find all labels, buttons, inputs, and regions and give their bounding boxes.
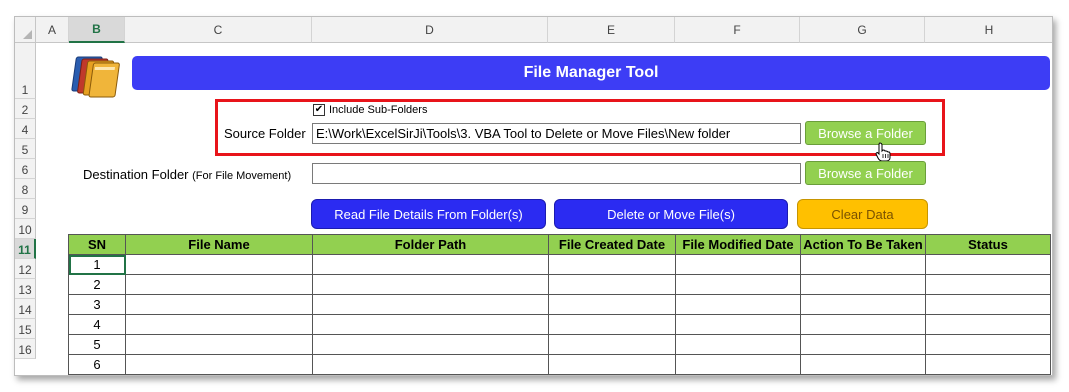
row-header-8[interactable]: 8 bbox=[15, 179, 36, 199]
row-header-1[interactable]: 1 bbox=[15, 43, 36, 99]
file-folders-logo-icon bbox=[71, 56, 120, 98]
sn-cell[interactable]: 5 bbox=[68, 334, 126, 355]
column-header-d[interactable]: D bbox=[312, 17, 548, 43]
row-header-2[interactable]: 2 bbox=[15, 99, 36, 119]
header-folder-path: Folder Path bbox=[312, 234, 549, 255]
folder-path-cell[interactable] bbox=[312, 334, 549, 355]
created-date-cell[interactable] bbox=[548, 334, 676, 355]
destination-folder-input[interactable] bbox=[312, 163, 801, 184]
table-row: 4 bbox=[68, 314, 1051, 335]
destination-folder-label: Destination Folder (For File Movement) bbox=[83, 167, 291, 182]
row-header-11[interactable]: 11 bbox=[15, 239, 36, 259]
row-header-14[interactable]: 14 bbox=[15, 299, 36, 319]
file-name-cell[interactable] bbox=[125, 274, 313, 295]
row-header-9[interactable]: 9 bbox=[15, 199, 36, 219]
header-sn: SN bbox=[68, 234, 126, 255]
column-header-a[interactable]: A bbox=[36, 17, 69, 43]
sn-cell[interactable]: 3 bbox=[68, 294, 126, 315]
table-header-row: SN File Name Folder Path File Created Da… bbox=[68, 234, 1051, 255]
delete-or-move-files-button[interactable]: Delete or Move File(s) bbox=[554, 199, 788, 229]
file-name-cell[interactable] bbox=[125, 354, 313, 375]
table-row: 3 bbox=[68, 294, 1051, 315]
header-file-created-date: File Created Date bbox=[548, 234, 676, 255]
include-subfolders-label: Include Sub-Folders bbox=[329, 104, 428, 116]
column-header-c[interactable]: C bbox=[125, 17, 312, 43]
row-header-13[interactable]: 13 bbox=[15, 279, 36, 299]
status-cell[interactable] bbox=[925, 354, 1051, 375]
modified-date-cell[interactable] bbox=[675, 254, 801, 275]
action-cell[interactable] bbox=[800, 314, 926, 335]
header-file-modified-date: File Modified Date bbox=[675, 234, 801, 255]
row-header-6[interactable]: 6 bbox=[15, 159, 36, 179]
status-cell[interactable] bbox=[925, 334, 1051, 355]
row-header-5[interactable]: 5 bbox=[15, 139, 36, 159]
sn-cell[interactable]: 2 bbox=[68, 274, 126, 295]
file-details-table: SN File Name Folder Path File Created Da… bbox=[68, 234, 1051, 375]
source-folder-input[interactable]: E:\Work\ExcelSirJi\Tools\3. VBA Tool to … bbox=[312, 123, 801, 144]
folder-path-cell[interactable] bbox=[312, 274, 549, 295]
source-folder-label: Source Folder bbox=[224, 126, 306, 141]
column-header-f[interactable]: F bbox=[675, 17, 800, 43]
column-header-g[interactable]: G bbox=[800, 17, 925, 43]
table-row: 2 bbox=[68, 274, 1051, 295]
table-row: 1 bbox=[68, 254, 1051, 275]
read-file-details-button[interactable]: Read File Details From Folder(s) bbox=[311, 199, 546, 229]
folder-path-cell[interactable] bbox=[312, 354, 549, 375]
sn-cell[interactable]: 6 bbox=[68, 354, 126, 375]
clear-data-button[interactable]: Clear Data bbox=[797, 199, 928, 229]
column-header-e[interactable]: E bbox=[548, 17, 675, 43]
folder-path-cell[interactable] bbox=[312, 254, 549, 275]
table-row: 5 bbox=[68, 334, 1051, 355]
action-cell[interactable] bbox=[800, 254, 926, 275]
folder-path-cell[interactable] bbox=[312, 294, 549, 315]
file-name-cell[interactable] bbox=[125, 334, 313, 355]
created-date-cell[interactable] bbox=[548, 314, 676, 335]
modified-date-cell[interactable] bbox=[675, 274, 801, 295]
status-cell[interactable] bbox=[925, 274, 1051, 295]
browse-source-folder-button[interactable]: Browse a Folder bbox=[805, 121, 926, 145]
row-header-10[interactable]: 10 bbox=[15, 219, 36, 239]
include-subfolders-option[interactable]: ✔ Include Sub-Folders bbox=[313, 104, 427, 116]
status-cell[interactable] bbox=[925, 294, 1051, 315]
sn-cell[interactable]: 4 bbox=[68, 314, 126, 335]
file-name-cell[interactable] bbox=[125, 294, 313, 315]
created-date-cell[interactable] bbox=[548, 254, 676, 275]
row-header-15[interactable]: 15 bbox=[15, 319, 36, 339]
status-cell[interactable] bbox=[925, 254, 1051, 275]
created-date-cell[interactable] bbox=[548, 294, 676, 315]
sn-cell[interactable]: 1 bbox=[68, 254, 126, 275]
header-file-name: File Name bbox=[125, 234, 313, 255]
select-all-corner[interactable] bbox=[15, 17, 36, 43]
created-date-cell[interactable] bbox=[548, 354, 676, 375]
destination-folder-label-text: Destination Folder bbox=[83, 167, 189, 182]
modified-date-cell[interactable] bbox=[675, 354, 801, 375]
page-title: File Manager Tool bbox=[132, 56, 1050, 90]
action-cell[interactable] bbox=[800, 294, 926, 315]
modified-date-cell[interactable] bbox=[675, 314, 801, 335]
row-header-16[interactable]: 16 bbox=[15, 339, 36, 359]
hand-pointer-cursor-icon bbox=[875, 142, 891, 162]
action-cell[interactable] bbox=[800, 274, 926, 295]
status-cell[interactable] bbox=[925, 314, 1051, 335]
file-name-cell[interactable] bbox=[125, 254, 313, 275]
spreadsheet: A B C D E F G H 1 2 4 5 6 8 9 10 11 12 1… bbox=[14, 16, 1053, 376]
header-action-to-be-taken: Action To Be Taken bbox=[800, 234, 926, 255]
modified-date-cell[interactable] bbox=[675, 334, 801, 355]
action-cell[interactable] bbox=[800, 334, 926, 355]
destination-folder-note: (For File Movement) bbox=[192, 170, 292, 182]
column-header-b[interactable]: B bbox=[69, 17, 125, 43]
row-header-4[interactable]: 4 bbox=[15, 119, 36, 139]
include-subfolders-checkbox[interactable]: ✔ bbox=[313, 104, 325, 116]
folder-path-cell[interactable] bbox=[312, 314, 549, 335]
header-status: Status bbox=[925, 234, 1051, 255]
created-date-cell[interactable] bbox=[548, 274, 676, 295]
action-cell[interactable] bbox=[800, 354, 926, 375]
column-header-h[interactable]: H bbox=[925, 17, 1052, 43]
table-row: 6 bbox=[68, 354, 1051, 375]
browse-destination-folder-button[interactable]: Browse a Folder bbox=[805, 161, 926, 185]
row-header-12[interactable]: 12 bbox=[15, 259, 36, 279]
modified-date-cell[interactable] bbox=[675, 294, 801, 315]
file-name-cell[interactable] bbox=[125, 314, 313, 335]
